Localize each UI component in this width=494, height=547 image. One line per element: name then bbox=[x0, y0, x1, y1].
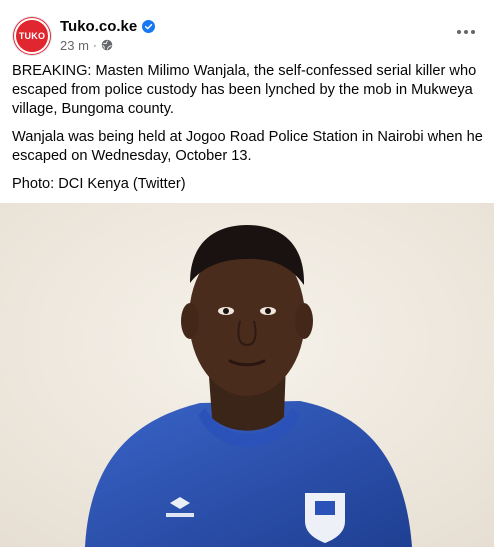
meta-separator: · bbox=[92, 38, 97, 52]
more-options-icon bbox=[457, 30, 475, 34]
page-name-link[interactable]: Tuko.co.ke bbox=[60, 18, 137, 35]
verified-badge-icon bbox=[142, 19, 156, 33]
post-meta: 23 m · bbox=[60, 37, 113, 53]
post-text: BREAKING: Masten Milimo Wanjala, the sel… bbox=[12, 62, 484, 203]
facebook-post: TUKO Tuko.co.ke 23 m · BREAKING: Masten bbox=[0, 0, 494, 547]
post-paragraph-breaking: BREAKING: Masten Milimo Wanjala, the sel… bbox=[12, 63, 477, 117]
page-name-row: Tuko.co.ke bbox=[60, 16, 156, 36]
post-paragraph-credit: Photo: DCI Kenya (Twitter) bbox=[12, 176, 186, 192]
post-paragraph-details: Wanjala was being held at Jogoo Road Pol… bbox=[12, 129, 483, 164]
post-timestamp[interactable]: 23 m bbox=[60, 38, 89, 53]
page-avatar[interactable]: TUKO bbox=[12, 16, 52, 56]
tuko-logo: TUKO bbox=[14, 18, 50, 54]
portrait-illustration bbox=[0, 203, 494, 547]
more-options-button[interactable] bbox=[452, 20, 480, 44]
globe-icon[interactable] bbox=[101, 39, 113, 51]
post-header: TUKO Tuko.co.ke 23 m · bbox=[0, 0, 494, 58]
logo-text: TUKO bbox=[18, 31, 46, 41]
post-photo[interactable] bbox=[0, 203, 494, 547]
